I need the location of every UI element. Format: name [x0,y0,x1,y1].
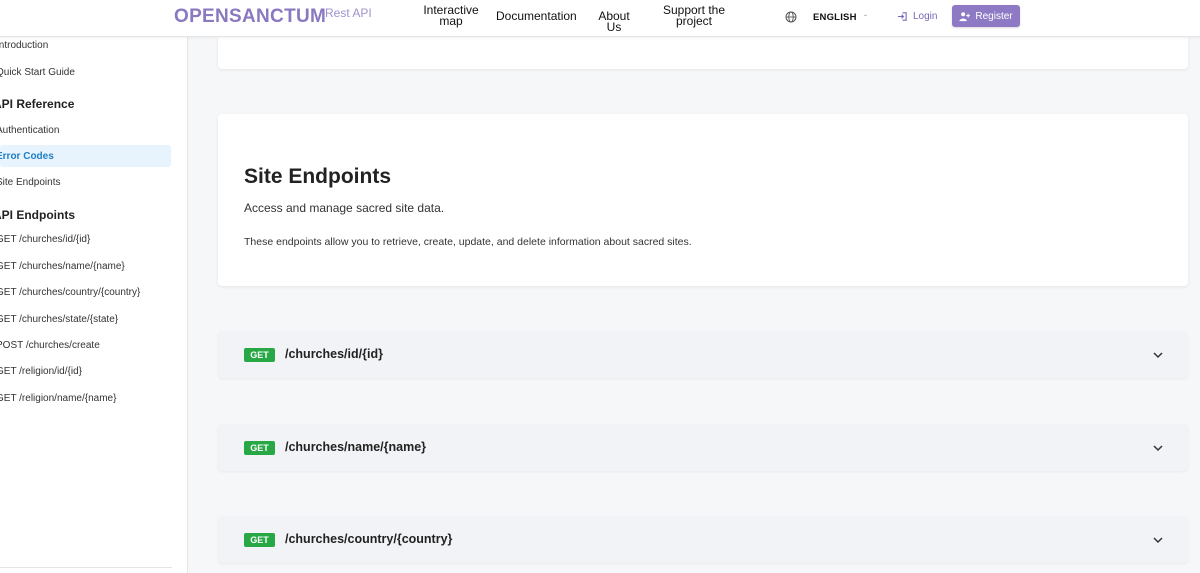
chevron-down-icon[interactable] [1152,443,1164,453]
sidebar-section-api-reference: API Reference [0,97,75,111]
login-icon [897,12,907,21]
endpoint-accordion[interactable]: GET /churches/id/{id} [218,331,1188,378]
section-title: Site Endpoints [244,165,391,188]
sidebar-item-error-codes[interactable]: Error Codes [0,151,54,162]
brand-logo[interactable]: OPENSANCTUM [174,6,326,28]
register-label: Register [975,10,1013,22]
section-description: Access and manage sacred site data. [244,201,445,215]
endpoint-path: /churches/id/{id} [285,347,383,361]
sidebar-item-quick-start[interactable]: Quick Start Guide [0,67,75,78]
sidebar-item-endpoint[interactable]: GET /churches/state/{state} [0,314,118,325]
sidebar-divider [0,567,172,568]
nav-support-project[interactable]: Support the project [659,4,729,27]
sidebar-item-endpoint[interactable]: GET /religion/id/{id} [0,366,82,377]
chevron-down-icon[interactable] [1152,350,1164,360]
sidebar-item-site-endpoints[interactable]: Site Endpoints [0,177,61,188]
register-button[interactable]: Register [952,5,1020,27]
nav-about-us[interactable]: About Us [590,10,638,33]
nav-documentation[interactable]: Documentation [496,10,577,22]
sidebar-item-endpoint[interactable]: POST /churches/create [0,340,100,351]
sidebar-item-endpoint[interactable]: GET /churches/name/{name} [0,261,125,272]
sidebar: Introduction Quick Start Guide API Refer… [0,37,188,573]
language-selector[interactable]: ENGLISH [813,12,857,23]
section-card-site-endpoints: Site Endpoints Access and manage sacred … [218,114,1188,286]
method-badge: GET [244,348,275,362]
login-link[interactable]: Login [897,11,937,22]
section-note: These endpoints allow you to retrieve, c… [244,236,692,248]
chevron-down-icon[interactable] [1152,535,1164,545]
endpoint-accordion[interactable]: GET /churches/name/{name} [218,424,1188,471]
language-caret[interactable]: - [864,10,867,20]
sidebar-item-introduction[interactable]: Introduction [0,40,48,51]
top-header: OPENSANCTUM Rest API Interactive map Doc… [0,0,1200,37]
nav-interactive-map[interactable]: Interactive map [420,4,482,27]
endpoint-path: /churches/country/{country} [285,532,453,546]
previous-card [218,37,1188,69]
brand-subtitle: Rest API [325,6,372,20]
globe-icon[interactable] [785,11,797,23]
sidebar-item-endpoint[interactable]: GET /churches/id/{id} [0,234,90,245]
sidebar-section-api-endpoints: API Endpoints [0,208,75,222]
method-badge: GET [244,441,275,455]
add-user-icon [959,11,971,21]
sidebar-item-authentication[interactable]: Authentication [0,125,59,136]
endpoint-accordion[interactable]: GET /churches/country/{country} [218,516,1188,563]
sidebar-item-endpoint[interactable]: GET /religion/name/{name} [0,393,116,404]
endpoint-path: /churches/name/{name} [285,440,427,454]
method-badge: GET [244,533,275,547]
login-label: Login [913,11,938,22]
sidebar-item-endpoint[interactable]: GET /churches/country/{country} [0,287,140,298]
